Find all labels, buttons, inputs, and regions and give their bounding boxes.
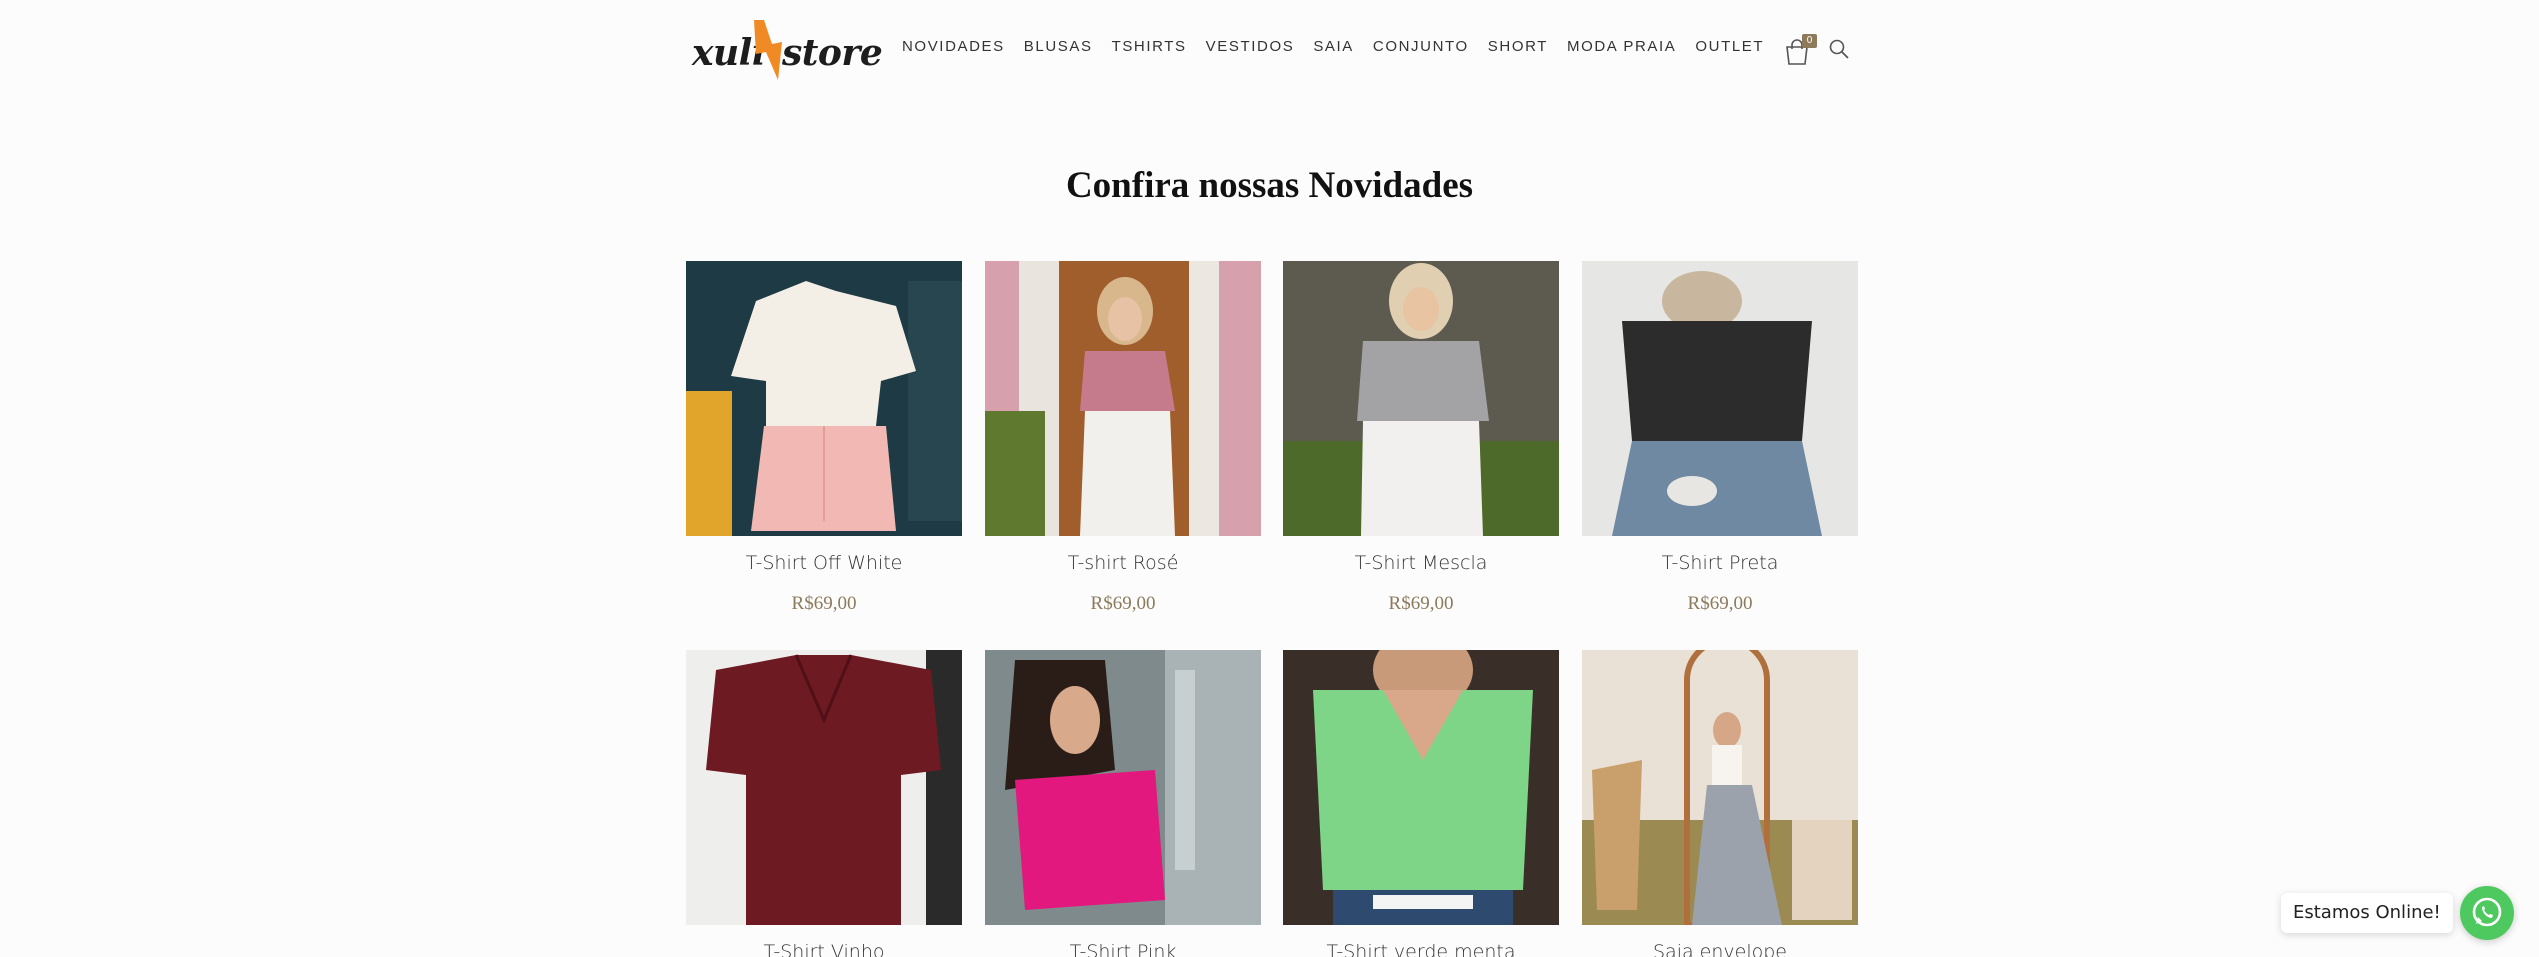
product-card[interactable]: T-shirt Rosé R$69,00 [985, 261, 1261, 614]
search-button[interactable] [1828, 38, 1850, 60]
product-name[interactable]: T-shirt Rosé [985, 552, 1261, 574]
product-price: R$69,00 [1687, 593, 1753, 614]
nav-item-tshirts[interactable]: TSHIRTS [1112, 38, 1187, 55]
product-image[interactable] [1582, 650, 1858, 925]
product-image[interactable] [985, 261, 1261, 536]
product-card[interactable]: T-Shirt Off White R$69,00 [686, 261, 962, 614]
product-name[interactable]: Saia envelope [1582, 941, 1858, 957]
product-image[interactable] [1582, 261, 1858, 536]
cart-button[interactable]: 0 [1784, 34, 1818, 65]
nav-item-vestidos[interactable]: VESTIDOS [1206, 38, 1295, 55]
product-name[interactable]: T-Shirt Off White [686, 552, 962, 574]
product-image[interactable] [985, 650, 1261, 925]
product-price: R$69,00 [791, 593, 857, 614]
product-image[interactable] [1283, 261, 1559, 536]
product-image[interactable] [1283, 650, 1559, 925]
product-card[interactable]: Saia envelope [1582, 650, 1858, 957]
logo-text-right: store [782, 32, 883, 74]
product-name[interactable]: T-Shirt Preta [1582, 552, 1858, 574]
nav-item-saia[interactable]: SAIA [1313, 38, 1354, 55]
whatsapp-chat-button[interactable] [2460, 886, 2514, 940]
nav-item-conjunto[interactable]: CONJUNTO [1373, 38, 1469, 55]
search-icon [1829, 39, 1849, 59]
cart-count-badge: 0 [1802, 34, 1817, 48]
section-title: Confira nossas Novidades [1065, 165, 1474, 206]
product-card[interactable]: T-Shirt verde menta [1283, 650, 1559, 957]
page: xuli store NOVIDADES BLUSAS TSHIRTS VEST… [0, 0, 2539, 957]
main-nav: NOVIDADES BLUSAS TSHIRTS VESTIDOS SAIA C… [902, 38, 1783, 55]
whatsapp-icon [2472, 897, 2502, 927]
product-card[interactable]: T-Shirt Mescla R$69,00 [1283, 261, 1559, 614]
nav-item-blusas[interactable]: BLUSAS [1024, 38, 1093, 55]
product-name[interactable]: T-Shirt Mescla [1283, 552, 1559, 574]
site-header: xuli store NOVIDADES BLUSAS TSHIRTS VEST… [686, 0, 1858, 98]
nav-item-novidades[interactable]: NOVIDADES [902, 38, 1005, 55]
product-name[interactable]: T-Shirt Vinho [686, 941, 962, 957]
product-image[interactable] [686, 650, 962, 925]
nav-item-short[interactable]: SHORT [1488, 38, 1548, 55]
product-price: R$69,00 [1388, 593, 1454, 614]
product-card[interactable]: T-Shirt Vinho [686, 650, 962, 957]
product-card[interactable]: T-Shirt Pink [985, 650, 1261, 957]
nav-item-moda-praia[interactable]: MODA PRAIA [1567, 38, 1676, 55]
product-name[interactable]: T-Shirt verde menta [1283, 941, 1559, 957]
product-image[interactable] [686, 261, 962, 536]
nav-item-outlet[interactable]: OUTLET [1695, 38, 1764, 55]
product-card[interactable]: T-Shirt Preta R$69,00 [1582, 261, 1858, 614]
chat-status-bubble[interactable]: Estamos Online! [2281, 893, 2453, 933]
store-logo[interactable]: xuli store [692, 18, 883, 82]
product-price: R$69,00 [1090, 593, 1156, 614]
product-name[interactable]: T-Shirt Pink [985, 941, 1261, 957]
